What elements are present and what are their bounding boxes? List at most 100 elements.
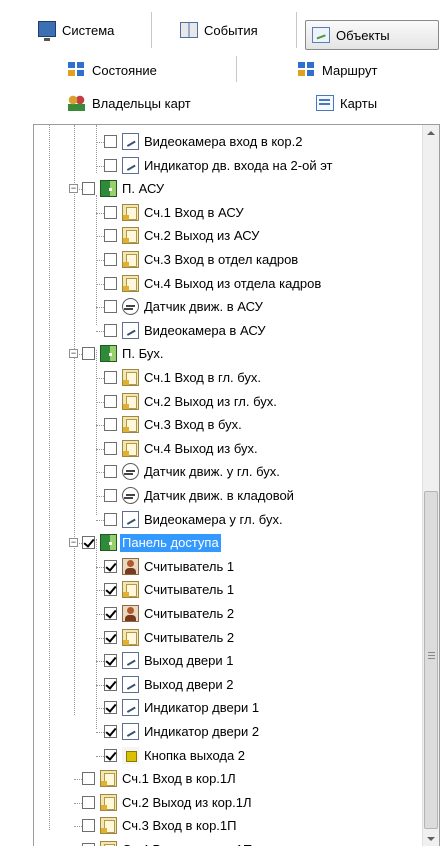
tree-node-label[interactable]: Сч.1 Вход в АСУ (142, 204, 246, 222)
tree-node[interactable]: Сч.4 Выход из бух. (34, 437, 422, 461)
tree-node-label[interactable]: Видеокамера вход в кор.2 (142, 133, 304, 151)
node-checkbox[interactable] (104, 489, 117, 502)
tree-node[interactable]: Датчик движ. в АСУ (34, 295, 422, 319)
tree-scrollbar[interactable] (422, 125, 439, 846)
tree-node[interactable]: Выход двери 2 (34, 673, 422, 697)
tree-node[interactable]: Датчик движ. в кладовой (34, 484, 422, 508)
scrollbar-thumb[interactable] (424, 491, 438, 829)
node-checkbox[interactable] (82, 819, 95, 833)
tree-node-label[interactable]: П. АСУ (120, 180, 166, 198)
node-checkbox[interactable] (104, 583, 117, 597)
tree-node-label[interactable]: Видеокамера в АСУ (142, 322, 268, 340)
tree-node-label[interactable]: Сч.3 Вход в бух. (142, 416, 244, 434)
node-checkbox[interactable] (82, 182, 95, 196)
node-checkbox[interactable] (104, 371, 117, 384)
tree-node[interactable]: Видеокамера в АСУ (34, 319, 422, 343)
tree-node[interactable]: Считыватель 1 (34, 555, 422, 579)
node-checkbox[interactable] (104, 512, 117, 526)
node-checkbox[interactable] (82, 772, 95, 786)
tree-node[interactable]: Считыватель 2 (34, 626, 422, 650)
node-checkbox[interactable] (82, 536, 95, 550)
node-checkbox[interactable] (104, 607, 117, 620)
tree-node[interactable]: Считыватель 2 (34, 602, 422, 626)
collapse-icon[interactable]: − (69, 184, 78, 194)
tree-node-label[interactable]: Видеокамера у гл. бух. (142, 511, 285, 529)
tree-node-label[interactable]: Индикатор двери 2 (142, 723, 261, 741)
node-checkbox[interactable] (104, 441, 117, 455)
tree-node[interactable]: Индикатор дв. входа на 2-ой эт (34, 154, 422, 178)
card-owners-button[interactable]: Владельцы карт (68, 89, 191, 117)
node-checkbox[interactable] (104, 323, 117, 337)
tree-node-label[interactable]: Сч.3 Вход в отдел кадров (142, 251, 300, 269)
tab-events[interactable]: События (180, 16, 258, 44)
object-tree[interactable]: Видеокамера вход в кор.2 Индикатор дв. вх… (33, 124, 440, 846)
tree-node[interactable]: − П. АСУ (34, 177, 422, 201)
tree-node-label[interactable]: П. Бух. (120, 345, 165, 363)
tree-node[interactable]: − П. Бух. (34, 342, 422, 366)
tree-node-label[interactable]: Сч.2 Выход из АСУ (142, 227, 261, 245)
node-checkbox[interactable] (104, 677, 117, 691)
tree-node-label[interactable]: Считыватель 2 (142, 629, 236, 647)
tree-node[interactable]: − Панель доступа (34, 531, 422, 555)
tree-node[interactable]: Индикатор двери 1 (34, 696, 422, 720)
tree-node-label[interactable]: Индикатор дв. входа на 2-ой эт (142, 157, 335, 175)
tree-node-label[interactable]: Выход двери 1 (142, 652, 235, 670)
tree-node[interactable]: Кнопка выхода 2 (34, 744, 422, 768)
tree-node-label[interactable]: Считыватель 2 (142, 605, 236, 623)
tree-node-label[interactable]: Сч.4 Выход из отдела кадров (142, 275, 323, 293)
tree-node-label[interactable]: Считыватель 1 (142, 581, 236, 599)
scroll-up-arrow-icon[interactable] (423, 125, 439, 142)
tree-node[interactable]: Считыватель 1 (34, 578, 422, 602)
collapse-icon[interactable]: − (69, 349, 78, 359)
tree-node-label[interactable]: Индикатор двери 1 (142, 699, 261, 717)
node-checkbox[interactable] (104, 725, 117, 738)
tab-system[interactable]: Система (38, 16, 114, 44)
tree-node-label[interactable]: Панель доступа (120, 534, 221, 553)
node-checkbox[interactable] (104, 701, 117, 715)
tree-node[interactable]: Индикатор двери 2 (34, 720, 422, 744)
tree-node[interactable]: Сч.4 Выход из отдела кадров (34, 272, 422, 296)
tree-node[interactable]: Сч.4 Выход из кор.1П (34, 838, 422, 846)
node-checkbox[interactable] (104, 394, 117, 408)
node-checkbox[interactable] (104, 559, 117, 573)
tree-node[interactable]: Сч.1 Вход в гл. бух. (34, 366, 422, 390)
tree-node[interactable]: Сч.1 Вход в АСУ (34, 201, 422, 225)
tree-node-label[interactable]: Сч.4 Выход из бух. (142, 440, 260, 458)
node-checkbox[interactable] (104, 654, 117, 668)
node-checkbox[interactable] (104, 630, 117, 644)
cards-button[interactable]: Карты (316, 89, 377, 117)
tree-node[interactable]: Видеокамера у гл. бух. (34, 508, 422, 532)
node-checkbox[interactable] (104, 205, 117, 219)
tree-node-label[interactable]: Считыватель 1 (142, 558, 236, 576)
tree-node-label[interactable]: Сч.4 Выход из кор.1П (120, 841, 254, 846)
state-button[interactable]: Состояние (68, 56, 157, 84)
tree-node-label[interactable]: Сч.1 Вход в гл. бух. (142, 369, 263, 387)
scroll-down-arrow-icon[interactable] (423, 830, 439, 846)
tree-node[interactable]: Сч.1 Вход в кор.1Л (34, 767, 422, 791)
tree-node[interactable]: Выход двери 1 (34, 649, 422, 673)
tree-node-label[interactable]: Сч.2 Выход из кор.1Л (120, 794, 253, 812)
tree-node[interactable]: Сч.2 Выход из кор.1Л (34, 791, 422, 815)
node-checkbox[interactable] (104, 158, 117, 172)
route-button[interactable]: Маршрут (298, 56, 377, 84)
tree-node-label[interactable]: Сч.2 Выход из гл. бух. (142, 393, 279, 411)
node-checkbox[interactable] (104, 300, 117, 314)
tree-node-label[interactable]: Датчик движ. у гл. бух. (142, 463, 282, 481)
tree-node-label[interactable]: Датчик движ. в АСУ (142, 298, 265, 316)
tree-node[interactable]: Сч.3 Вход в бух. (34, 413, 422, 437)
tree-node[interactable]: Сч.3 Вход в кор.1П (34, 814, 422, 838)
node-checkbox[interactable] (104, 135, 117, 148)
tree-node[interactable]: Видеокамера вход в кор.2 (34, 130, 422, 154)
tree-node-label[interactable]: Выход двери 2 (142, 676, 235, 694)
tree-node[interactable]: Сч.2 Выход из гл. бух. (34, 390, 422, 414)
tree-node[interactable]: Сч.2 Выход из АСУ (34, 224, 422, 248)
node-checkbox[interactable] (104, 276, 117, 290)
node-checkbox[interactable] (82, 795, 95, 809)
node-checkbox[interactable] (104, 229, 117, 243)
node-checkbox[interactable] (104, 465, 117, 479)
node-checkbox[interactable] (104, 748, 117, 762)
collapse-icon[interactable]: − (69, 538, 78, 548)
tree-node[interactable]: Датчик движ. у гл. бух. (34, 460, 422, 484)
node-checkbox[interactable] (104, 418, 117, 432)
tree-node-label[interactable]: Кнопка выхода 2 (142, 747, 247, 765)
